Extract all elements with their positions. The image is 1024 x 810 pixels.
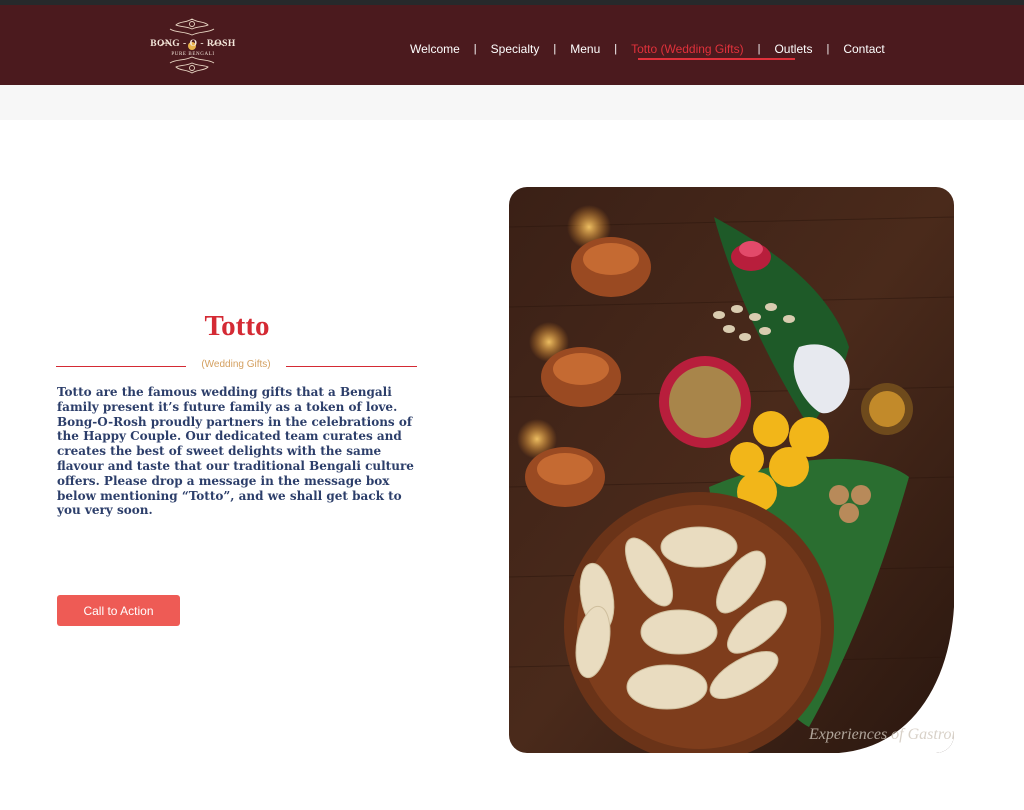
nav-menu[interactable]: Menu: [568, 42, 602, 56]
brand-name: BONG - O - ROSH: [150, 39, 236, 49]
nav-separator: |: [553, 43, 557, 55]
main-nav: Welcome | Specialty | Menu | Totto (Wedd…: [408, 42, 887, 56]
nav-contact[interactable]: Contact: [841, 42, 886, 56]
nav-outlets[interactable]: Outlets: [772, 42, 814, 56]
call-to-action-button[interactable]: Call to Action: [57, 595, 180, 626]
nav-separator: |: [614, 43, 618, 55]
title-divider-left: [56, 366, 186, 367]
title-divider-right: [286, 366, 417, 367]
site-header: BONG - O - ROSH PURE BENGALI Welcome | S…: [0, 5, 1024, 85]
active-nav-underline: [638, 58, 795, 60]
header-spacer-band: [0, 85, 1024, 120]
nav-separator: |: [757, 43, 761, 55]
photo-watermark: Experiences of Gastronomy: [808, 726, 954, 743]
nav-specialty[interactable]: Specialty: [489, 42, 542, 56]
nav-separator: |: [826, 43, 830, 55]
page-title: Totto: [204, 310, 270, 342]
intro-paragraph: Totto are the famous wedding gifts that …: [57, 385, 414, 518]
totto-gifts-photo: Experiences of Gastronomy: [509, 187, 954, 753]
nav-separator: |: [473, 43, 477, 55]
nav-totto[interactable]: Totto (Wedding Gifts): [629, 42, 746, 56]
nav-welcome[interactable]: Welcome: [408, 42, 462, 56]
page-subtitle: (Wedding Gifts): [201, 359, 271, 370]
brand-tagline: PURE BENGALI: [171, 52, 215, 57]
